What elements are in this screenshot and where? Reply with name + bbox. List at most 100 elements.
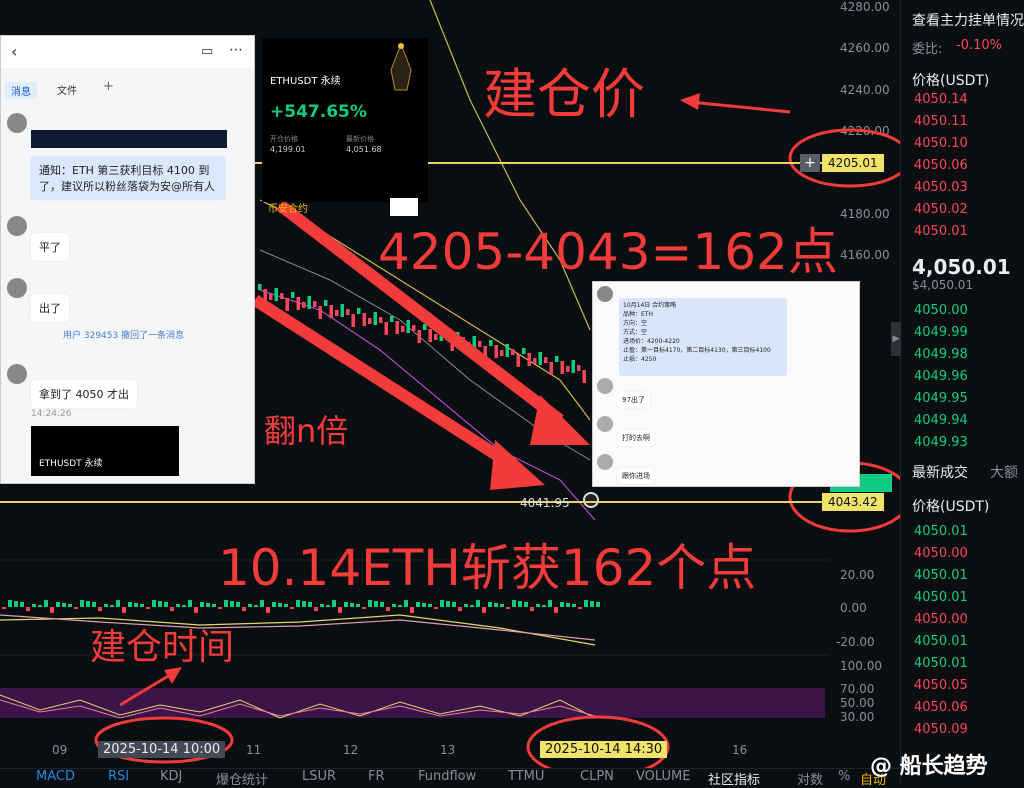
back-icon[interactable]: ‹: [11, 42, 17, 61]
ask-row[interactable]: 4050.03: [914, 180, 968, 195]
strategy-line: 方式：空: [623, 329, 648, 336]
indicator-tab[interactable]: VOLUME: [636, 769, 690, 784]
macd-bar: [392, 604, 396, 607]
percent-button[interactable]: %: [838, 769, 850, 784]
macd-bar: [314, 607, 318, 611]
candle: [423, 324, 427, 330]
candle: [566, 366, 570, 372]
bid-row[interactable]: 4049.99: [914, 325, 968, 340]
macd-bar: [230, 601, 234, 607]
bid-row[interactable]: 4049.95: [914, 391, 968, 406]
bid-row[interactable]: 4049.96: [914, 369, 968, 384]
indicator-tab[interactable]: RSI: [108, 769, 129, 784]
collapse-handle[interactable]: ▶: [891, 322, 901, 356]
tab-files[interactable]: 文件: [57, 82, 77, 97]
message-image[interactable]: [31, 130, 227, 148]
macd-bar: [248, 604, 252, 607]
candle: [285, 298, 289, 311]
macd-bar: [164, 602, 168, 607]
tab-latest-trades[interactable]: 最新成交: [912, 462, 968, 482]
indicator-tab[interactable]: MACD: [36, 769, 75, 784]
indicator-tab[interactable]: LSUR: [302, 769, 336, 784]
chat-message: 97出了: [617, 392, 650, 408]
trades-header: 价格(USDT): [912, 499, 990, 515]
avatar: [597, 378, 613, 394]
ask-row[interactable]: 4050.11: [914, 114, 968, 129]
candle: [362, 313, 366, 326]
log-scale-button[interactable]: 对数: [797, 769, 823, 788]
chat-message: 跟你进场: [617, 468, 655, 484]
candle: [527, 353, 531, 366]
macd-bar: [146, 607, 150, 609]
bid-row[interactable]: 4050.00: [914, 303, 968, 318]
ask-row[interactable]: 4050.14: [914, 92, 968, 107]
last-price-usd: $4,050.01: [912, 278, 974, 292]
indicator-tab[interactable]: TTMU: [508, 769, 544, 784]
indicator-tab[interactable]: KDJ: [160, 769, 182, 784]
trade-row: 4050.01: [914, 656, 968, 671]
indicator-tab[interactable]: Fundflow: [418, 769, 476, 784]
candle: [538, 352, 542, 365]
card-label: 最新价格: [346, 135, 374, 143]
trade-row: 4050.01: [914, 568, 968, 583]
video-call-icon[interactable]: ▭: [201, 44, 213, 59]
candle: [522, 348, 526, 354]
last-price: 4,050.01: [912, 255, 1011, 279]
ask-row[interactable]: 4050.01: [914, 224, 968, 239]
community-indicator-button[interactable]: 社区指标: [708, 769, 760, 788]
macd-bar: [278, 603, 282, 607]
ask-row[interactable]: 4050.02: [914, 202, 968, 217]
ask-row[interactable]: 4050.10: [914, 136, 968, 151]
panel-title[interactable]: 查看主力挂单情况: [912, 10, 1024, 30]
candle: [390, 316, 394, 322]
candle: [401, 326, 405, 332]
more-icon[interactable]: ⋯: [229, 42, 243, 58]
macd-bar: [26, 607, 30, 611]
macd-bar: [326, 605, 330, 607]
macd-bar: [224, 600, 228, 607]
bid-row[interactable]: 4049.93: [914, 435, 968, 450]
macd-bar: [188, 600, 192, 607]
brand-label: 币安合约: [268, 204, 308, 215]
annotation-entry-price: 建仓价: [483, 63, 645, 126]
macd-bar: [8, 600, 12, 607]
candle: [340, 304, 344, 317]
candle: [555, 356, 559, 362]
macd-bar: [410, 607, 414, 613]
chat-message: 拿到了 4050 才出: [31, 380, 137, 408]
macd-bar: [260, 600, 264, 607]
macd-bar: [344, 602, 348, 607]
add-tab-icon[interactable]: +: [103, 79, 114, 94]
tab-messages[interactable]: 消息: [5, 82, 37, 99]
ask-row[interactable]: 4050.06: [914, 158, 968, 173]
indicator-tab[interactable]: CLPN: [580, 769, 614, 784]
trade-row: 4050.01: [914, 524, 968, 539]
ratio-label: 委比:: [912, 42, 943, 57]
indicator-tab[interactable]: FR: [368, 769, 385, 784]
chat-window: ‹ ▭ ⋯ 消息 文件 + 通知：ETH 第三获利目标 4100 到了，建议所以…: [0, 35, 255, 484]
chat-header: ‹ ▭ ⋯: [1, 36, 254, 68]
candle: [346, 309, 350, 315]
candle: [417, 330, 421, 343]
indicator-tab[interactable]: 爆仓统计: [216, 769, 268, 788]
trade-row: 4050.06: [914, 700, 968, 715]
candle: [307, 296, 311, 309]
macd-bar: [566, 603, 570, 607]
add-alert-button[interactable]: +: [800, 154, 820, 172]
annotation-result: 10.14ETH斩获162个点: [218, 539, 757, 597]
tab-large-trades[interactable]: 大额: [990, 462, 1018, 482]
strategy-line: 方向：空: [623, 320, 648, 327]
bid-row[interactable]: 4049.94: [914, 413, 968, 428]
annotation-multiply: 翻n倍: [264, 412, 349, 450]
bid-row[interactable]: 4049.98: [914, 347, 968, 362]
candle: [269, 294, 273, 300]
candle: [313, 301, 317, 307]
macd-bar: [302, 601, 306, 607]
macd-bar: [386, 607, 390, 611]
macd-bar: [80, 600, 84, 607]
avatar: [7, 278, 27, 298]
macd-bar: [200, 602, 204, 607]
time-axis-label: 11: [246, 743, 262, 757]
shared-card[interactable]: ETHUSDT 永续: [31, 426, 179, 476]
macd-bar: [2, 607, 6, 609]
